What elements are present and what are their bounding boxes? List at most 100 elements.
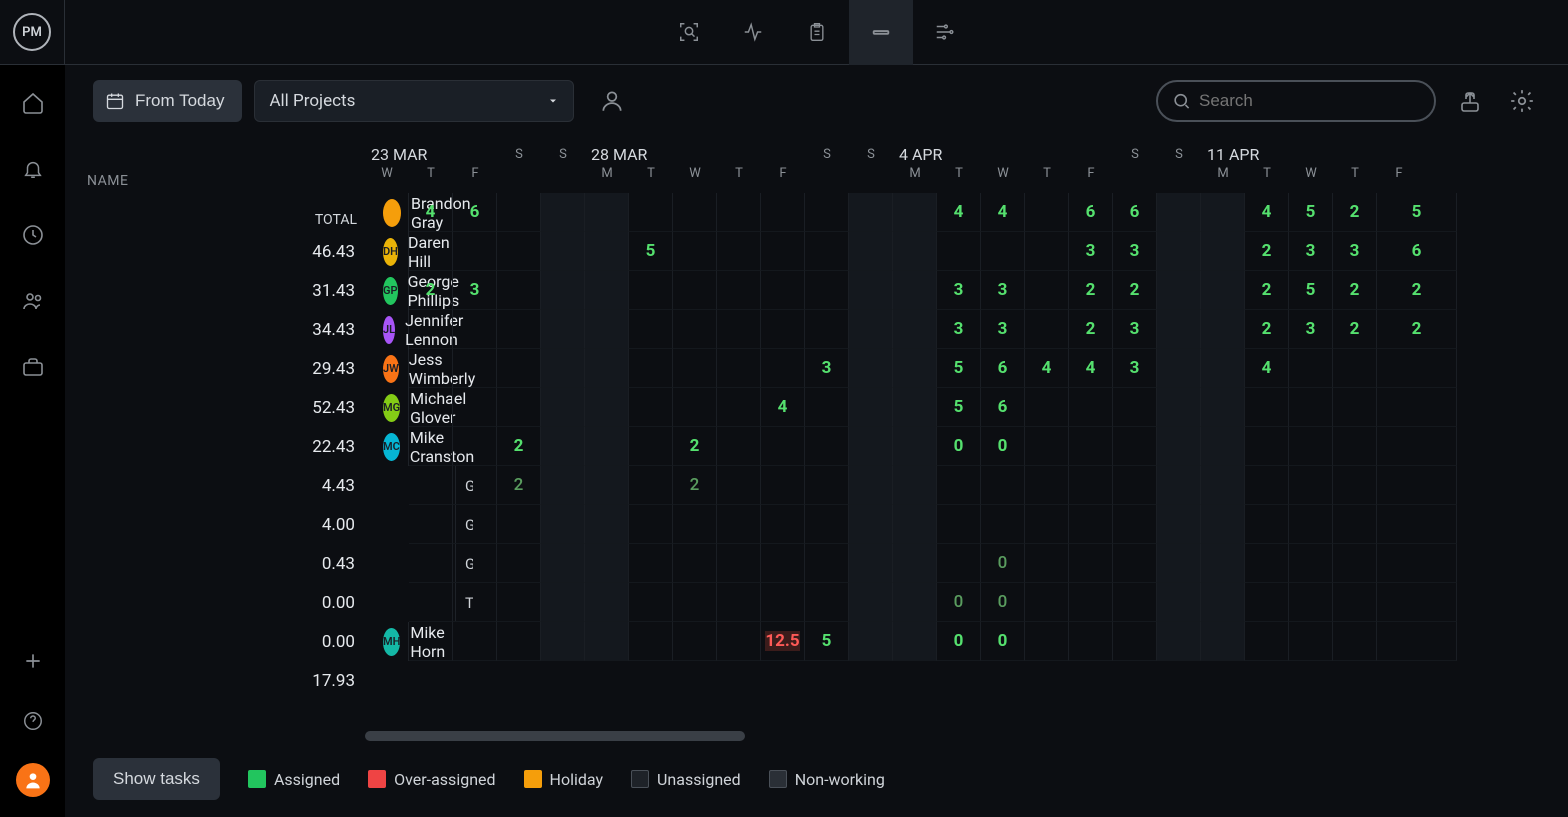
hours-cell[interactable] (805, 232, 849, 271)
gantt-icon[interactable] (913, 0, 977, 65)
hours-cell[interactable] (937, 544, 981, 583)
hours-cell[interactable] (805, 271, 849, 310)
hours-cell[interactable] (585, 505, 629, 544)
hours-cell[interactable] (1289, 544, 1333, 583)
hours-cell[interactable] (1157, 427, 1201, 466)
person-row[interactable]: Brandon Gray (365, 193, 409, 232)
hours-cell[interactable] (1245, 388, 1289, 427)
hours-cell[interactable] (453, 544, 497, 583)
hours-cell[interactable] (541, 583, 585, 622)
hours-cell[interactable] (805, 193, 849, 232)
hours-cell[interactable] (717, 622, 761, 661)
hours-cell[interactable] (541, 505, 585, 544)
hours-cell[interactable] (673, 505, 717, 544)
plus-icon[interactable] (15, 643, 51, 679)
hours-cell[interactable]: 3 (1069, 232, 1113, 271)
hours-cell[interactable] (409, 388, 453, 427)
hours-cell[interactable] (893, 271, 937, 310)
hours-cell[interactable] (1069, 388, 1113, 427)
hours-cell[interactable] (1157, 622, 1201, 661)
hours-cell[interactable] (673, 388, 717, 427)
hours-cell[interactable] (1333, 505, 1377, 544)
hours-cell[interactable] (585, 193, 629, 232)
bar-icon[interactable] (849, 0, 913, 65)
hours-cell[interactable] (805, 544, 849, 583)
hours-cell[interactable] (937, 505, 981, 544)
hours-cell[interactable] (497, 193, 541, 232)
hours-cell[interactable]: 3 (937, 271, 981, 310)
hours-cell[interactable] (453, 505, 497, 544)
activity-icon[interactable] (721, 0, 785, 65)
hours-cell[interactable] (1377, 505, 1457, 544)
hours-cell[interactable] (1201, 622, 1245, 661)
hours-cell[interactable]: 0 (981, 622, 1025, 661)
hours-cell[interactable] (717, 505, 761, 544)
hours-cell[interactable] (1157, 310, 1201, 349)
hours-cell[interactable]: 0 (981, 583, 1025, 622)
hours-cell[interactable] (893, 544, 937, 583)
hours-cell[interactable] (1069, 622, 1113, 661)
hours-cell[interactable] (541, 349, 585, 388)
hours-cell[interactable] (1025, 544, 1069, 583)
hours-cell[interactable] (1157, 271, 1201, 310)
hours-cell[interactable]: 3 (981, 271, 1025, 310)
hours-cell[interactable] (761, 466, 805, 505)
hours-cell[interactable] (453, 583, 497, 622)
hours-cell[interactable] (497, 349, 541, 388)
hours-cell[interactable] (629, 388, 673, 427)
hours-cell[interactable] (1113, 622, 1157, 661)
hours-cell[interactable]: 3 (1113, 349, 1157, 388)
person-row[interactable]: MCMike Cranston (365, 427, 409, 466)
hours-cell[interactable] (1245, 544, 1289, 583)
hours-cell[interactable] (1025, 583, 1069, 622)
hours-cell[interactable] (849, 622, 893, 661)
hours-cell[interactable] (585, 271, 629, 310)
hours-cell[interactable] (585, 232, 629, 271)
hours-cell[interactable] (1245, 622, 1289, 661)
hours-cell[interactable] (497, 544, 541, 583)
hours-cell[interactable] (409, 427, 453, 466)
hours-cell[interactable] (1201, 232, 1245, 271)
hours-cell[interactable] (1157, 232, 1201, 271)
hours-cell[interactable] (1333, 544, 1377, 583)
bell-icon[interactable] (15, 151, 51, 187)
hours-cell[interactable]: 0 (937, 427, 981, 466)
scan-icon[interactable] (657, 0, 721, 65)
hours-cell[interactable]: 2 (1333, 193, 1377, 232)
hours-cell[interactable] (1157, 505, 1201, 544)
hours-cell[interactable] (1377, 544, 1457, 583)
hours-cell[interactable]: 3 (805, 349, 849, 388)
hours-cell[interactable] (893, 310, 937, 349)
hours-cell[interactable]: 6 (981, 388, 1025, 427)
user-avatar[interactable] (16, 763, 50, 797)
hours-cell[interactable]: 4 (761, 388, 805, 427)
hours-cell[interactable] (541, 232, 585, 271)
hours-cell[interactable]: 3 (1289, 310, 1333, 349)
from-today-button[interactable]: From Today (93, 80, 242, 122)
hours-cell[interactable] (717, 310, 761, 349)
hours-cell[interactable] (497, 388, 541, 427)
person-row[interactable]: MGMichael Glover (365, 388, 409, 427)
hours-cell[interactable] (1245, 466, 1289, 505)
hours-cell[interactable] (761, 583, 805, 622)
person-row[interactable]: DHDaren Hill (365, 232, 409, 271)
hours-cell[interactable]: 3 (937, 310, 981, 349)
hours-cell[interactable] (541, 466, 585, 505)
hours-cell[interactable]: 5 (1377, 193, 1457, 232)
clipboard-icon[interactable] (785, 0, 849, 65)
hours-cell[interactable] (849, 544, 893, 583)
hours-cell[interactable] (629, 427, 673, 466)
hours-cell[interactable] (673, 544, 717, 583)
hours-cell[interactable] (1025, 388, 1069, 427)
hours-cell[interactable] (541, 544, 585, 583)
hours-cell[interactable]: 2 (1377, 310, 1457, 349)
hours-cell[interactable]: 4 (1245, 193, 1289, 232)
hours-cell[interactable] (717, 232, 761, 271)
hours-cell[interactable] (893, 505, 937, 544)
hours-cell[interactable]: 6 (1377, 232, 1457, 271)
hours-cell[interactable] (1025, 271, 1069, 310)
hours-cell[interactable] (1157, 388, 1201, 427)
hours-cell[interactable] (585, 388, 629, 427)
hours-cell[interactable] (805, 505, 849, 544)
hours-cell[interactable] (1289, 427, 1333, 466)
